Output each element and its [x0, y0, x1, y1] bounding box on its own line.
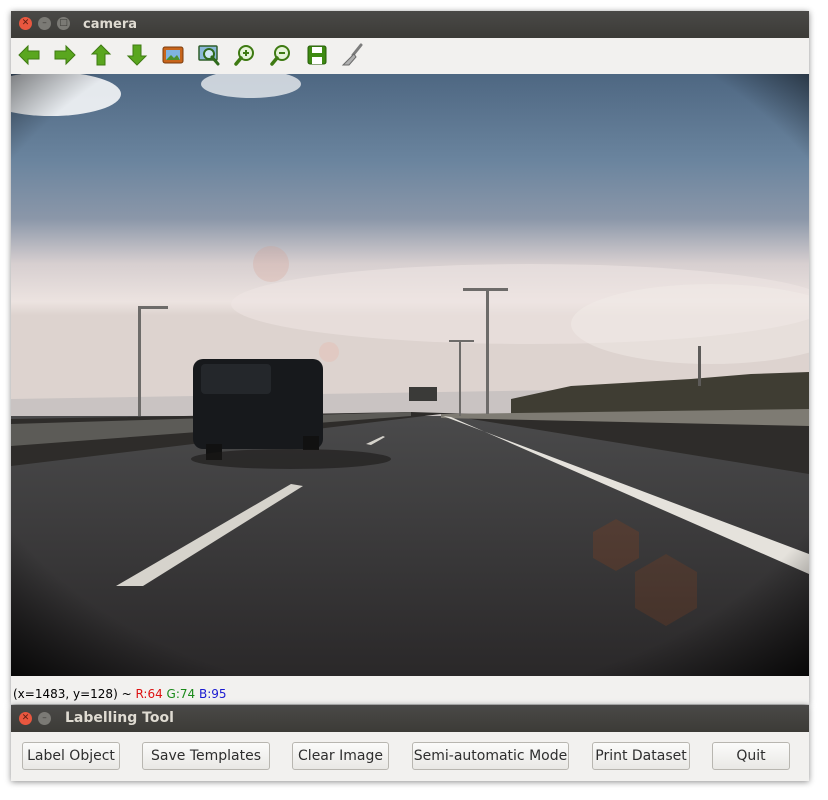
arrow-down-icon[interactable] — [123, 41, 151, 69]
close-icon[interactable]: ✕ — [19, 712, 32, 725]
statusbar: (x=1483, y=128) ~ R:64 G:74 B:95 — [11, 684, 809, 704]
camera-window: ✕ – □ camera (x=1483, y=128) ~ R:64 G:74… — [11, 11, 809, 704]
maximize-icon[interactable]: □ — [57, 17, 70, 30]
window-title: camera — [83, 17, 138, 32]
labelling-tool-window: ✕ – Labelling Tool Label Object Save Tem… — [11, 705, 809, 781]
minimize-icon[interactable]: – — [38, 712, 51, 725]
arrow-up-icon[interactable] — [87, 41, 115, 69]
quit-button[interactable]: Quit — [712, 742, 790, 770]
close-icon[interactable]: ✕ — [19, 17, 32, 30]
green-value: G:74 — [166, 687, 196, 701]
zoom-out-icon[interactable] — [267, 41, 295, 69]
toolbar — [11, 38, 809, 74]
blue-value: B:95 — [199, 687, 227, 701]
red-value: R:64 — [135, 687, 163, 701]
arrow-left-icon[interactable] — [15, 41, 43, 69]
coords-text: (x=1483, y=128) ~ — [13, 687, 136, 701]
save-icon[interactable] — [303, 41, 331, 69]
dialog-titlebar[interactable]: ✕ – Labelling Tool — [11, 705, 809, 732]
semi-automatic-mode-button[interactable]: Semi-automatic Mode — [412, 742, 569, 770]
minimize-icon[interactable]: – — [38, 17, 51, 30]
zoom-in-icon[interactable] — [231, 41, 259, 69]
clear-image-button[interactable]: Clear Image — [292, 742, 389, 770]
zoom-fit-icon[interactable] — [195, 41, 223, 69]
save-templates-button[interactable]: Save Templates — [142, 742, 270, 770]
window-titlebar[interactable]: ✕ – □ camera — [11, 11, 809, 38]
camera-image[interactable] — [11, 74, 809, 676]
label-object-button[interactable]: Label Object — [22, 742, 120, 770]
print-dataset-button[interactable]: Print Dataset — [592, 742, 690, 770]
pixel-readout: (x=1483, y=128) ~ R:64 G:74 B:95 — [13, 687, 227, 701]
arrow-right-icon[interactable] — [51, 41, 79, 69]
brush-icon[interactable] — [339, 41, 367, 69]
dialog-title: Labelling Tool — [65, 710, 174, 726]
image-icon[interactable] — [159, 41, 187, 69]
